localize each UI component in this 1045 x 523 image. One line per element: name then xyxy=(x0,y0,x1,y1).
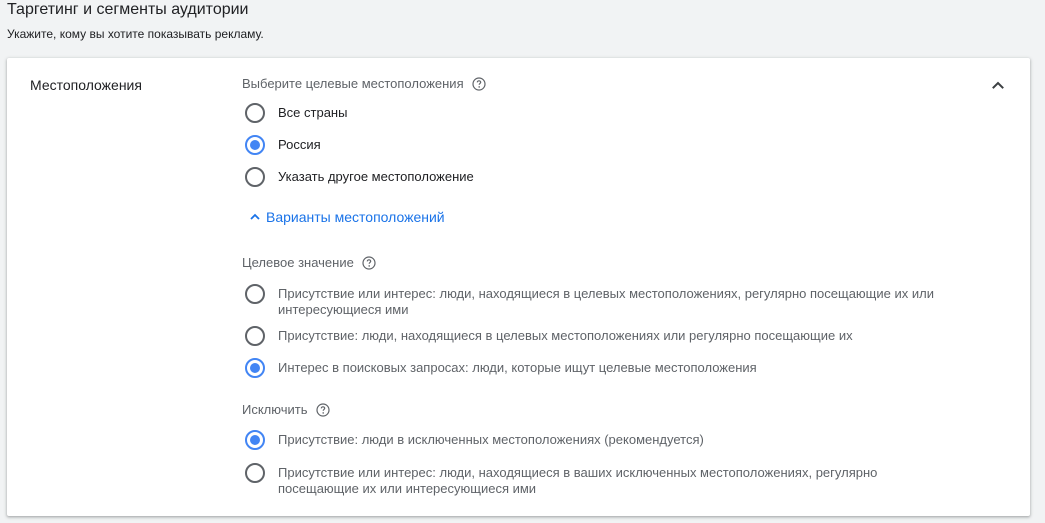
radio-button[interactable] xyxy=(245,284,265,304)
page-header: Таргетинг и сегменты аудитории Укажите, … xyxy=(7,0,264,42)
locations-card: Местоположения Выберите целевые местопол… xyxy=(7,58,1030,516)
radio-button[interactable] xyxy=(245,326,265,346)
exclude-label-text: Исключить xyxy=(242,402,308,417)
target-value-label-text: Целевое значение xyxy=(242,255,354,270)
radio-option-presence-or-interest[interactable]: Присутствие или интерес: люди, находящие… xyxy=(245,284,985,318)
radio-option-exclude-presence[interactable]: Присутствие: люди в исключенных местопол… xyxy=(245,430,704,450)
exclude-label: Исключить xyxy=(242,402,330,418)
radio-option-russia[interactable]: Россия xyxy=(245,135,321,155)
radio-label: Присутствие: люди, находящиеся в целевых… xyxy=(278,328,853,343)
radio-option-all-countries[interactable]: Все страны xyxy=(245,103,347,123)
radio-label: Присутствие или интерес: люди, находящие… xyxy=(278,286,934,317)
chevron-up-icon xyxy=(246,208,264,226)
radio-label: Указать другое местоположение xyxy=(278,169,474,184)
target-locations-label-text: Выберите целевые местоположения xyxy=(242,76,464,91)
target-value-label: Целевое значение xyxy=(242,255,376,271)
radio-button-selected[interactable] xyxy=(245,358,265,378)
page-subtitle: Укажите, кому вы хотите показывать рекла… xyxy=(7,27,264,41)
target-locations-label: Выберите целевые местоположения xyxy=(242,76,486,92)
radio-option-other-location[interactable]: Указать другое местоположение xyxy=(245,167,474,187)
radio-button[interactable] xyxy=(245,167,265,187)
radio-label: Все страны xyxy=(278,105,348,120)
radio-label: Присутствие или интерес: люди, находящие… xyxy=(278,465,878,496)
radio-option-presence[interactable]: Присутствие: люди, находящиеся в целевых… xyxy=(245,326,853,346)
radio-option-search-interest[interactable]: Интерес в поисковых запросах: люди, кото… xyxy=(245,358,757,378)
radio-label: Присутствие: люди в исключенных местопол… xyxy=(278,432,704,447)
location-options-link-text: Варианты местоположений xyxy=(266,209,445,225)
radio-option-exclude-presence-or-interest[interactable]: Присутствие или интерес: люди, находящие… xyxy=(245,463,985,497)
collapse-section-button[interactable] xyxy=(986,73,1010,97)
chevron-up-icon xyxy=(992,81,1004,89)
page-title: Таргетинг и сегменты аудитории xyxy=(7,1,249,18)
radio-button[interactable] xyxy=(245,103,265,123)
radio-button-selected[interactable] xyxy=(245,430,265,450)
radio-button-selected[interactable] xyxy=(245,135,265,155)
help-circle-icon[interactable] xyxy=(362,256,376,270)
help-circle-icon[interactable] xyxy=(472,77,486,91)
location-options-toggle[interactable]: Варианты местоположений xyxy=(246,208,445,226)
section-title: Местоположения xyxy=(30,77,142,93)
radio-label: Интерес в поисковых запросах: люди, кото… xyxy=(278,360,757,375)
help-circle-icon[interactable] xyxy=(315,403,330,417)
radio-button[interactable] xyxy=(245,463,265,483)
radio-label: Россия xyxy=(278,137,321,152)
